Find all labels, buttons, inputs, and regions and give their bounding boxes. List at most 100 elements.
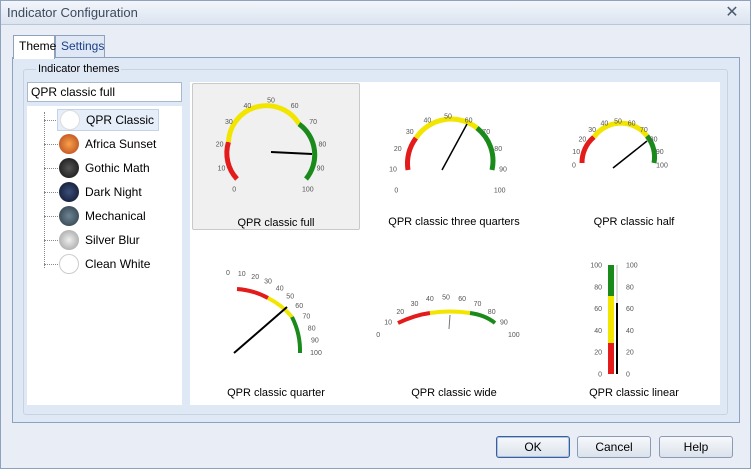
scale-tick-label: 80 xyxy=(308,325,316,332)
scale-tick-label: 80 xyxy=(494,146,502,153)
gallery-tile-classic-full[interactable]: 0 10 20 30 40 50 60 70 80 90 100 QPR classic full xyxy=(192,83,360,230)
scale-tick-label: 20 xyxy=(626,350,634,357)
scale-tick-label: 90 xyxy=(656,149,664,156)
ok-button[interactable]: OK xyxy=(496,436,570,458)
scale-tick-label: 40 xyxy=(601,121,609,128)
tree-item-mechanical[interactable]: Mechanical xyxy=(57,205,150,227)
scale-tick-label: 70 xyxy=(640,127,648,134)
help-button[interactable]: Help xyxy=(659,436,733,458)
scale-tick-label: 40 xyxy=(424,118,432,125)
scale-tick-label: 70 xyxy=(482,129,490,136)
tab-theme[interactable]: Theme xyxy=(13,35,56,59)
dark-night-gauge-icon xyxy=(59,182,79,202)
tree-line xyxy=(44,120,58,121)
theme-search-input[interactable]: QPR classic full xyxy=(27,82,182,102)
scale-tick-label: 60 xyxy=(291,103,299,110)
tile-caption: QPR classic three quarters xyxy=(388,216,520,228)
scale-tick-label: 100 xyxy=(310,350,322,357)
scale-tick-label: 40 xyxy=(594,328,602,335)
silver-blur-gauge-icon xyxy=(59,230,79,250)
scale-tick-label: 80 xyxy=(650,137,658,144)
tile-caption: QPR classic wide xyxy=(411,387,497,399)
scale-tick-label: 0 xyxy=(226,270,230,277)
scale-tick-label: 10 xyxy=(218,166,226,173)
scale-tick-label: 10 xyxy=(238,271,246,278)
scale-tick-label: 80 xyxy=(319,141,327,148)
tile-caption: QPR classic quarter xyxy=(227,387,325,399)
clean-white-gauge-icon xyxy=(59,254,79,274)
indicator-configuration-dialog: Indicator Configuration ✕ Theme Settings… xyxy=(0,0,751,469)
scale-tick-label: 50 xyxy=(286,293,294,300)
tab-settings[interactable]: Settings xyxy=(55,35,105,57)
full-gauge-preview: 0 10 20 30 40 50 60 70 80 90 100 xyxy=(216,98,327,194)
quarter-gauge-preview: 0 10 20 30 40506070 80 90 100 xyxy=(226,270,322,357)
scale-tick-label: 20 xyxy=(594,350,602,357)
tree-item-label: Dark Night xyxy=(85,185,142,199)
close-icon[interactable]: ✕ xyxy=(722,3,742,23)
tree-line xyxy=(44,264,58,265)
title-bar[interactable]: Indicator Configuration ✕ xyxy=(1,1,750,25)
tile-caption: QPR classic half xyxy=(593,216,675,228)
scale-tick-label: 20 xyxy=(216,141,224,148)
tree-line xyxy=(44,216,58,217)
gallery-tile-classic-three-quarters[interactable]: 0 10 20 30 40 50 60 70 80 90 100 QPR classic three… xyxy=(370,83,538,230)
tree-item-africa-sunset[interactable]: Africa Sunset xyxy=(57,133,160,155)
gallery-tile-classic-half[interactable]: 0 10 20 30 40 50 60 70 80 90 100 QPR classic half xyxy=(550,83,718,230)
scale-tick-label: 50 xyxy=(444,114,452,121)
scale-tick-label: 0 xyxy=(232,186,236,193)
tree-item-dark-night[interactable]: Dark Night xyxy=(57,181,146,203)
scale-tick-label: 0 xyxy=(376,332,380,339)
scale-tick-label: 100 xyxy=(508,332,520,339)
linear-gauge-preview: 0 0 20 20 40 40 60 60 80 80 100 100 xyxy=(590,263,638,379)
scale-tick-label: 40 xyxy=(626,328,634,335)
scale-tick-label: 40 xyxy=(244,103,252,110)
half-gauge-preview: 010203040 50 60708090100 xyxy=(572,119,668,170)
scale-tick-label: 30 xyxy=(411,301,419,308)
scale-tick-label: 20 xyxy=(396,309,404,316)
window-title: Indicator Configuration xyxy=(7,5,138,20)
gallery-tile-classic-quarter[interactable]: 0 10 20 30 40 50 60 70 80 90 100 QPR classic quart… xyxy=(192,257,360,404)
scale-tick-label: 60 xyxy=(594,306,602,313)
gallery-tile-classic-linear[interactable]: 0 0 20 20 40 40 60 60 80 80 100 100 QPR classic lin… xyxy=(550,257,718,404)
tree-item-label: Silver Blur xyxy=(85,233,140,247)
theme-tree: QPR Classic Africa Sunset Gothic Math Da… xyxy=(27,106,182,405)
tree-line xyxy=(44,144,58,145)
tree-line xyxy=(44,168,58,169)
theme-gallery: 0 10 20 30 40 50 60 70 80 90 100 QPR classic full … xyxy=(190,82,720,405)
scale-tick-label: 40 xyxy=(276,285,284,292)
scale-tick-label: 70 xyxy=(474,301,482,308)
scale-tick-label: 90 xyxy=(499,167,507,174)
tile-caption: QPR classic linear xyxy=(589,387,679,399)
scale-tick-label: 0 xyxy=(626,372,630,379)
scale-tick-label: 100 xyxy=(626,263,638,270)
tree-item-qpr-classic[interactable]: QPR Classic xyxy=(57,109,160,131)
tree-item-label: QPR Classic xyxy=(86,113,155,127)
scale-tick-label: 10 xyxy=(384,319,392,326)
tree-line xyxy=(44,192,58,193)
scale-tick-label: 80 xyxy=(594,284,602,291)
scale-tick-label: 100 xyxy=(302,186,314,193)
scale-tick-label: 100 xyxy=(590,263,602,270)
scale-tick-label: 30 xyxy=(264,279,272,286)
scale-tick-label: 70 xyxy=(309,119,317,126)
scale-tick-label: 90 xyxy=(317,166,325,173)
scale-tick-label: 90 xyxy=(311,338,319,345)
tree-item-label: Gothic Math xyxy=(85,161,150,175)
three-quarters-gauge-preview: 0 10 20 30 40 50 60 70 80 90 100 xyxy=(389,114,507,195)
tree-item-clean-white[interactable]: Clean White xyxy=(57,253,154,275)
group-label: Indicator themes xyxy=(36,63,122,75)
scale-tick-label: 50 xyxy=(614,119,622,126)
tree-item-label: Africa Sunset xyxy=(85,137,157,151)
tree-item-silver-blur[interactable]: Silver Blur xyxy=(57,229,144,251)
africa-sunset-gauge-icon xyxy=(59,134,79,154)
scale-tick-label: 20 xyxy=(579,137,587,144)
mechanical-gauge-icon xyxy=(59,206,79,226)
scale-tick-label: 90 xyxy=(500,319,508,326)
tree-line xyxy=(44,240,58,241)
scale-tick-label: 10 xyxy=(572,149,580,156)
scale-tick-label: 60 xyxy=(295,303,303,310)
cancel-button[interactable]: Cancel xyxy=(577,436,651,458)
tree-item-gothic-math[interactable]: Gothic Math xyxy=(57,157,154,179)
gallery-tile-classic-wide[interactable]: 0 10 20 30 40 50 60 70 80 90 100 QPR classic wide xyxy=(370,257,538,404)
scale-tick-label: 80 xyxy=(488,309,496,316)
